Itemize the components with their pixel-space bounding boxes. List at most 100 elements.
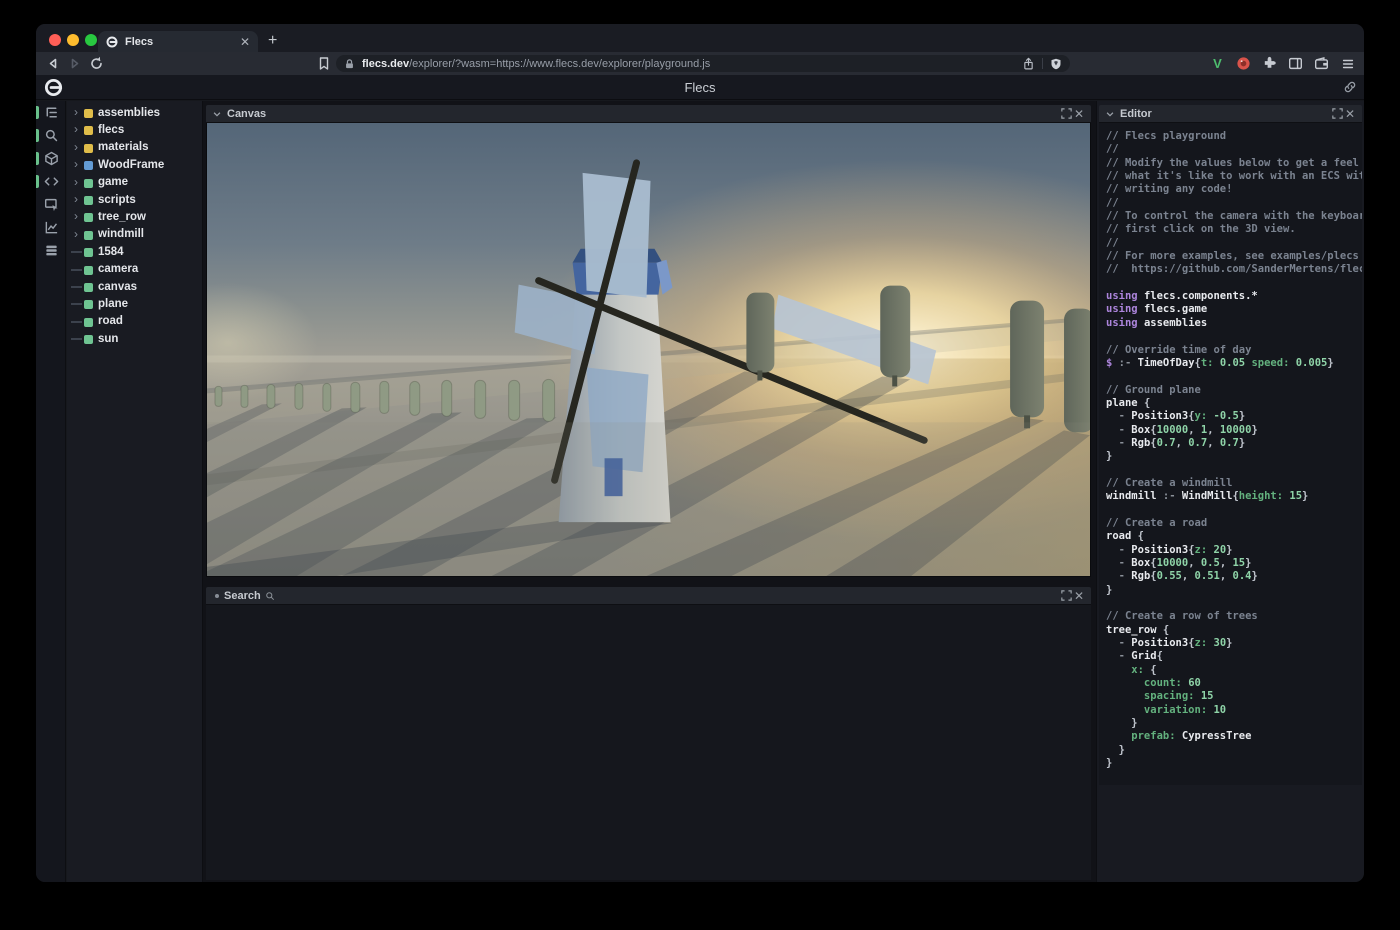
bookmark-icon[interactable] (316, 55, 334, 72)
entity-color-square (84, 335, 93, 344)
sidebar-query-window-icon[interactable] (36, 193, 66, 216)
expand-chevron-icon[interactable]: › (74, 156, 84, 173)
sidebar-toggle-icon[interactable] (1287, 55, 1304, 72)
extensions-puzzle-icon[interactable] (1261, 55, 1278, 72)
search-panel-body[interactable] (206, 605, 1091, 880)
tree-item-sun[interactable]: sun (67, 330, 202, 347)
code-line: // (1106, 143, 1362, 156)
tree-item-label: game (98, 176, 128, 188)
leaf-dash-icon (71, 286, 82, 288)
sidebar-tables-icon[interactable] (36, 239, 66, 262)
window-minimize-button[interactable] (67, 34, 79, 46)
tree-item-1584[interactable]: 1584 (67, 243, 202, 260)
extension-v-icon[interactable]: V (1209, 55, 1226, 72)
expand-chevron-icon[interactable]: › (74, 104, 84, 121)
forward-button[interactable] (66, 55, 84, 72)
flecs-logo (44, 78, 63, 97)
extension-red-icon[interactable] (1235, 55, 1252, 72)
canvas-3d-scene[interactable] (206, 123, 1091, 577)
statistics-icon (44, 220, 59, 235)
chevron-down-icon[interactable] (1105, 109, 1115, 119)
code-editor[interactable]: // Flecs playground//// Modify the value… (1099, 123, 1362, 785)
sidebar-statistics-icon[interactable] (36, 216, 66, 239)
code-line: - Position3{y: -0.5} (1106, 410, 1362, 423)
tree-item-game[interactable]: › game (67, 174, 202, 191)
tree-item-camera[interactable]: camera (67, 261, 202, 278)
tree-item-tree_row[interactable]: › tree_row (67, 208, 202, 225)
entity-color-square (84, 213, 93, 222)
code-line: // writing any code! (1106, 183, 1362, 196)
code-line: // (1106, 197, 1362, 210)
tree-item-flecs[interactable]: ›flecs (67, 121, 202, 138)
fullscreen-icon[interactable] (1330, 107, 1344, 121)
active-indicator (36, 106, 39, 119)
expand-chevron-icon[interactable]: › (74, 191, 84, 208)
back-button[interactable] (44, 55, 62, 72)
wallet-icon[interactable] (1313, 55, 1330, 72)
fullscreen-icon[interactable] (1059, 107, 1073, 121)
tree-item-windmill[interactable]: ›windmill (67, 226, 202, 243)
fullscreen-icon[interactable] (1059, 589, 1073, 603)
code-line: - Box{10000, 1, 10000} (1106, 424, 1362, 437)
scene-cube-icon (44, 151, 59, 166)
entity-color-square (84, 283, 93, 292)
expand-chevron-icon[interactable]: › (74, 121, 84, 138)
expand-chevron-icon[interactable]: › (74, 226, 84, 243)
entity-color-square (84, 300, 93, 309)
code-line: // Create a windmill (1106, 477, 1362, 490)
expand-chevron-icon[interactable]: › (74, 139, 84, 156)
chevron-down-icon[interactable] (212, 109, 222, 119)
code-line: windmill :- WindMill{height: 15} (1106, 490, 1362, 503)
tree-item-label: tree_row (98, 211, 146, 223)
close-icon[interactable]: ✕ (1344, 107, 1356, 121)
tree-item-canvas[interactable]: canvas (67, 278, 202, 295)
tree-item-label: WoodFrame (98, 159, 164, 171)
expand-chevron-icon[interactable]: › (74, 174, 84, 191)
url-bar[interactable]: flecs.dev/explorer/?wasm=https://www.fle… (336, 55, 1070, 72)
tree-item-plane[interactable]: plane (67, 295, 202, 312)
brave-shield-icon[interactable] (1050, 57, 1062, 71)
browser-tab[interactable]: Flecs ✕ (98, 31, 258, 52)
link-icon[interactable] (1343, 80, 1357, 94)
close-icon[interactable]: ✕ (1073, 589, 1085, 603)
query-window-icon (44, 197, 59, 212)
tree-item-assemblies[interactable]: ›assemblies (67, 104, 202, 121)
tab-title: Flecs (125, 36, 240, 48)
close-icon[interactable]: ✕ (1073, 107, 1085, 121)
search-panel: Search ✕ (206, 587, 1091, 880)
code-line (1106, 277, 1362, 290)
code-line: spacing: 15 (1106, 690, 1362, 703)
tree-item-WoodFrame[interactable]: › WoodFrame (67, 156, 202, 173)
reload-button[interactable] (88, 55, 106, 72)
new-tab-button[interactable]: + (268, 30, 277, 51)
window-zoom-button[interactable] (85, 34, 97, 46)
tree-item-label: road (98, 315, 123, 327)
editor-column: Editor ✕ // Flecs playground//// Modify … (1096, 101, 1364, 882)
tree-item-scripts[interactable]: ›scripts (67, 191, 202, 208)
code-line: // first click on the 3D view. (1106, 223, 1362, 236)
sidebar-search-icon[interactable] (36, 124, 66, 147)
sidebar-code-icon[interactable] (36, 170, 66, 193)
search-panel-header: Search ✕ (206, 587, 1091, 605)
tree-item-label: materials (98, 141, 149, 153)
code-line (1106, 464, 1362, 477)
main-column: Canvas ✕ (203, 101, 1096, 882)
tree-item-label: sun (98, 333, 118, 345)
sidebar-scene-cube-icon[interactable] (36, 147, 66, 170)
tree-item-road[interactable]: road (67, 313, 202, 330)
entity-color-square (84, 126, 93, 135)
menu-icon[interactable] (1339, 55, 1356, 72)
entity-color-square (84, 161, 93, 170)
sidebar-entity-tree-icon[interactable] (36, 101, 66, 124)
share-icon[interactable] (1022, 57, 1035, 71)
expand-chevron-icon[interactable]: › (74, 208, 84, 225)
window-close-button[interactable] (49, 34, 61, 46)
code-icon (44, 174, 59, 189)
leaf-dash-icon (71, 269, 82, 271)
tab-close-icon[interactable]: ✕ (240, 35, 250, 49)
editor-panel: Editor ✕ (1099, 105, 1362, 123)
code-line: } (1106, 584, 1362, 597)
tree-item-materials[interactable]: › materials (67, 139, 202, 156)
panel-collapsed-dot[interactable] (215, 594, 219, 598)
code-line: - Grid{ (1106, 650, 1362, 663)
